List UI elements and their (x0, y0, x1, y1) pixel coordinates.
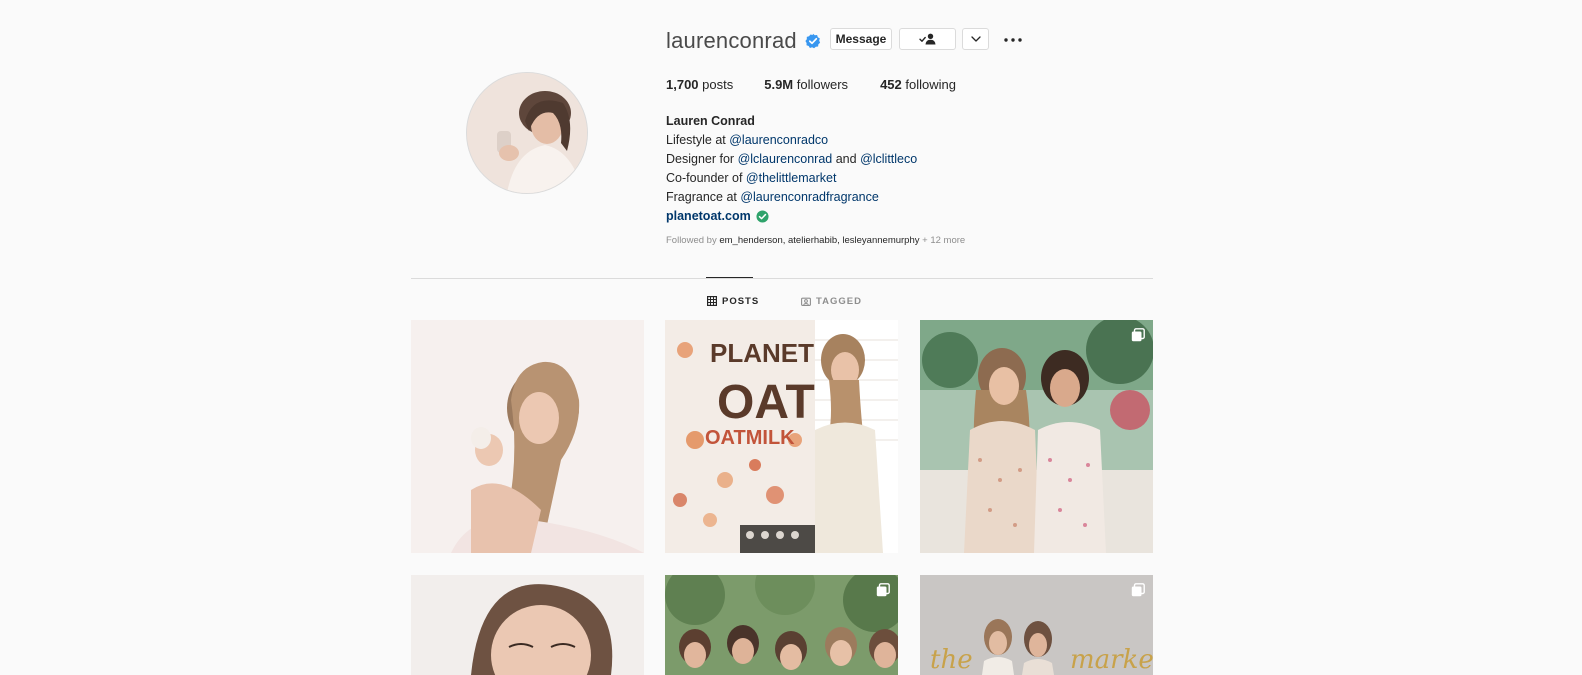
post-thumbnail[interactable] (411, 320, 644, 553)
followers-count[interactable]: 5.9M followers (764, 77, 848, 92)
bio-mention-link[interactable]: @lclaurenconrad (738, 152, 833, 166)
bio-text: Designer for (666, 152, 738, 166)
bio-text: Co-founder of (666, 171, 746, 185)
avatar-image (467, 73, 587, 193)
bio-line: Lifestyle at @laurenconradco (666, 131, 965, 150)
message-button[interactable]: Message (830, 28, 892, 50)
posts-count: 1,700 posts (666, 77, 733, 92)
post-text: OAT (717, 376, 815, 429)
grid-icon (707, 296, 717, 306)
carousel-icon (1131, 328, 1145, 342)
verified-badge-icon (805, 33, 820, 49)
bio-mention-link[interactable]: @laurenconradfragrance (740, 190, 878, 204)
bio-line: Designer for @lclaurenconrad and @lclitt… (666, 150, 965, 169)
post-thumbnail[interactable]: the marke (920, 575, 1153, 675)
followed-by-text[interactable]: Followed by em_henderson, atelierhabib, … (666, 231, 965, 250)
active-tab-indicator (706, 277, 753, 278)
bio-mention-link[interactable]: @laurenconradco (729, 133, 828, 147)
tab-tagged-label: TAGGED (816, 295, 862, 307)
profile-avatar[interactable] (466, 72, 588, 194)
user-check-icon (918, 33, 935, 45)
tab-posts[interactable]: POSTS (707, 294, 759, 308)
more-options-icon (1004, 38, 1022, 42)
profile-username: laurenconrad (666, 28, 797, 53)
following-count-value: 452 (880, 77, 902, 92)
followed-by-suffix: + 12 more (919, 235, 966, 246)
bio-line: Fragrance at @laurenconradfragrance (666, 188, 965, 207)
bio-mention-link[interactable]: @lclittleco (860, 152, 917, 166)
bio-text: and (832, 152, 861, 166)
bio-text: Fragrance at (666, 190, 741, 204)
following-count[interactable]: 452 following (880, 77, 956, 92)
post-text: OATMILK (705, 427, 795, 449)
posts-count-value: 1,700 (666, 77, 699, 92)
tabs-divider (411, 278, 1153, 279)
verified-link-icon (756, 210, 769, 223)
following-button[interactable] (899, 28, 956, 50)
message-button-label: Message (835, 32, 887, 46)
profile-username-row: laurenconrad (666, 26, 821, 56)
posts-count-label: posts (698, 77, 734, 92)
following-count-label: following (901, 77, 956, 92)
bio-mention-link[interactable]: @thelittlemarket (746, 171, 837, 185)
post-image (411, 575, 644, 675)
profile-stats: 1,700 posts 5.9M followers 452 following (666, 77, 988, 92)
post-text: marke (1070, 645, 1153, 675)
profile-page: laurenconrad Message 1,700 posts 5.9M fo… (0, 0, 1582, 675)
post-image: the marke (920, 575, 1153, 675)
post-thumbnail[interactable]: PLANET OAT OATMILK (665, 320, 898, 553)
profile-bio: Lauren Conrad Lifestyle at @laurenconrad… (666, 112, 965, 250)
carousel-icon (1131, 583, 1145, 597)
tab-tagged[interactable]: TAGGED (801, 294, 862, 308)
post-thumbnail[interactable] (665, 575, 898, 675)
followers-count-label: followers (793, 77, 849, 92)
bio-text: Lifestyle at (666, 133, 730, 147)
more-options-button[interactable] (1001, 30, 1025, 50)
profile-full-name: Lauren Conrad (666, 114, 755, 128)
post-thumbnail[interactable] (920, 320, 1153, 553)
post-thumbnail[interactable] (411, 575, 644, 675)
post-text: the (930, 645, 973, 675)
profile-website-link[interactable]: planetoat.com (666, 207, 751, 226)
profile-website-row: planetoat.com (666, 207, 965, 226)
post-image (411, 320, 644, 553)
followed-by-prefix: Followed by (666, 235, 720, 246)
followers-count-value: 5.9M (764, 77, 794, 92)
post-image: PLANET OAT OATMILK (665, 320, 898, 553)
tagged-icon (801, 297, 811, 306)
post-image (665, 575, 898, 675)
carousel-icon (876, 583, 890, 597)
tab-posts-label: POSTS (722, 295, 760, 307)
bio-line: Co-founder of @thelittlemarket (666, 169, 965, 188)
chevron-down-icon (970, 36, 981, 42)
suggested-accounts-dropdown[interactable] (962, 28, 989, 50)
followed-by-accounts: em_henderson, atelierhabib, lesleyannemu… (719, 235, 920, 246)
post-text: PLANET (710, 338, 814, 368)
post-image (920, 320, 1153, 553)
